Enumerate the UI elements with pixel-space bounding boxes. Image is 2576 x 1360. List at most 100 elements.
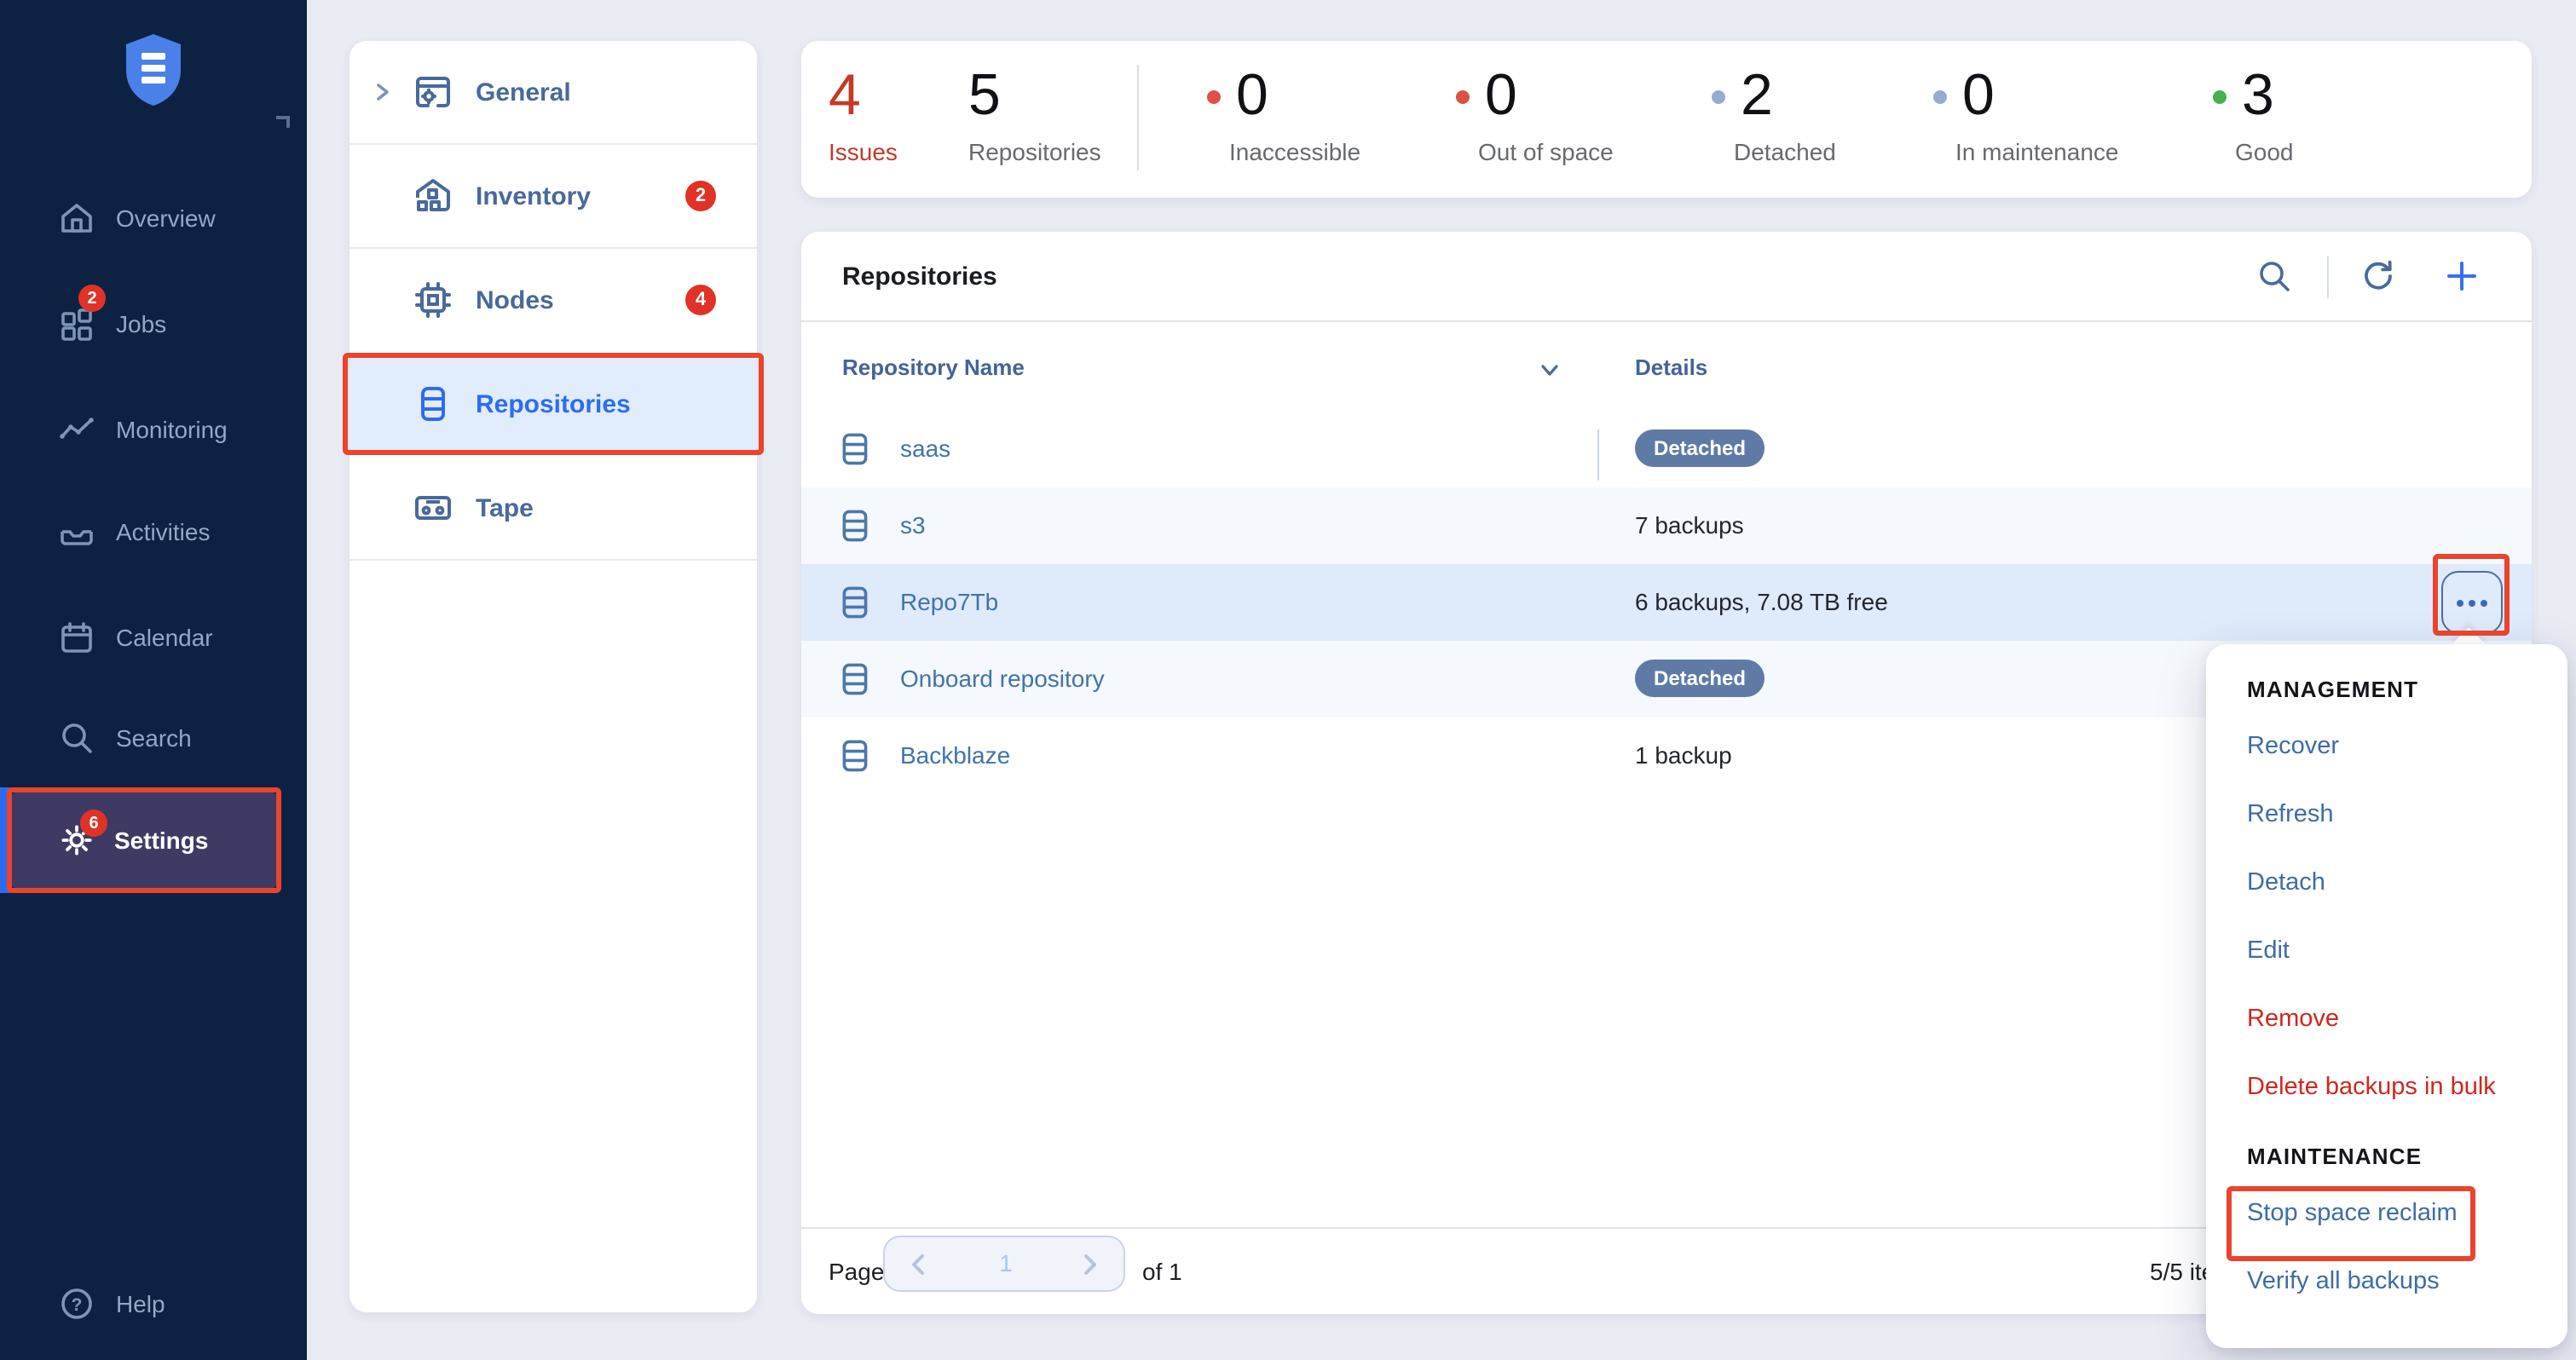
repository-name-link[interactable]: Onboard repository — [900, 665, 1105, 692]
sidebar-item-label: Help — [116, 1290, 165, 1317]
ellipsis-dot — [2457, 599, 2463, 606]
stat-repositories[interactable]: 5 Repositories — [968, 61, 1101, 165]
menu-item-verify-all-backups[interactable]: Verify all backups — [2247, 1248, 2550, 1316]
settings-nav-item-general[interactable]: General — [349, 41, 757, 143]
sidebar-item-monitoring[interactable]: Monitoring — [0, 392, 307, 467]
menu-item-refresh[interactable]: Refresh — [2247, 781, 2550, 849]
search-icon — [58, 719, 95, 757]
sidebar-collapse-icon[interactable] — [276, 116, 290, 128]
repository-name-link[interactable]: Backblaze — [900, 741, 1010, 769]
sidebar-item-search[interactable]: Search — [0, 700, 307, 775]
stat-value: 0 — [1962, 61, 2118, 130]
table-row-selected[interactable]: Repo7Tb 6 backups, 7.08 TB free — [801, 564, 2532, 641]
menu-item-remove[interactable]: Remove — [2247, 985, 2550, 1053]
app-logo-shield-icon — [123, 32, 184, 107]
stat-value: 0 — [1236, 61, 1360, 130]
sidebar-item-help[interactable]: ? Help — [0, 1266, 307, 1341]
repository-name-link[interactable]: s3 — [900, 511, 926, 539]
sidebar-item-jobs[interactable]: Jobs — [0, 286, 307, 361]
stat-issues[interactable]: 4 Issues — [829, 61, 898, 165]
nodes-chip-icon — [413, 279, 453, 320]
settings-nav-item-inventory[interactable]: Inventory 2 — [349, 145, 757, 247]
repository-icon — [842, 740, 868, 772]
menu-item-edit[interactable]: Edit — [2247, 917, 2550, 985]
next-page-icon[interactable] — [1077, 1253, 1101, 1276]
stat-out-of-space[interactable]: 0 Out of space — [1485, 61, 1614, 165]
column-header-details[interactable]: Details — [1635, 354, 1707, 380]
repository-icon — [842, 433, 868, 465]
panel-title: Repositories — [842, 262, 997, 291]
panel-header: Repositories — [801, 232, 2532, 322]
stat-value: 3 — [2242, 61, 2294, 130]
stat-value: 0 — [1485, 61, 1614, 130]
settings-count-badge: 6 — [80, 810, 107, 837]
stat-value: 4 — [829, 61, 898, 130]
refresh-icon[interactable] — [2359, 257, 2397, 295]
stat-in-maintenance[interactable]: 0 In maintenance — [1962, 61, 2118, 165]
repository-details: 7 backups — [1635, 511, 1744, 539]
main-sidebar: Overview Jobs 2 Monitoring — [0, 0, 307, 1360]
menu-item-recover[interactable]: Recover — [2247, 712, 2550, 781]
table-row[interactable]: saas Detached — [801, 411, 2532, 487]
repository-icon — [842, 510, 868, 542]
add-repository-icon[interactable] — [2443, 257, 2481, 295]
repository-name-link[interactable]: Repo7Tb — [900, 588, 998, 615]
menu-item-detach[interactable]: Detach — [2247, 849, 2550, 917]
detached-status-badge: Detached — [1635, 429, 1765, 467]
sidebar-item-label: Calendar — [116, 624, 213, 651]
settings-nav-item-repositories[interactable]: Repositories — [349, 353, 757, 455]
chevron-right-icon[interactable] — [372, 82, 392, 102]
row-actions-ellipsis-button[interactable] — [2441, 571, 2503, 634]
settings-nav-item-tape[interactable]: Tape — [349, 457, 757, 559]
sidebar-item-calendar[interactable]: Calendar — [0, 600, 307, 675]
stat-label: Good — [2235, 138, 2294, 165]
table-row[interactable]: s3 7 backups — [801, 487, 2532, 564]
repository-icon — [842, 586, 868, 619]
sidebar-item-activities[interactable]: Activities — [0, 494, 307, 569]
stat-inaccessible[interactable]: 0 Inaccessible — [1236, 61, 1360, 165]
divider — [1137, 65, 1139, 170]
sidebar-item-settings[interactable]: Settings — [12, 792, 276, 888]
chevron-down-icon[interactable] — [1539, 360, 1560, 380]
search-icon[interactable] — [2255, 257, 2293, 295]
settings-nav-label: Inventory — [476, 182, 591, 210]
inventory-icon — [413, 176, 453, 216]
menu-item-stop-space-reclaim[interactable]: Stop space reclaim — [2247, 1179, 2550, 1248]
sidebar-item-label: Overview — [116, 205, 216, 232]
inbox-icon — [58, 513, 95, 550]
stat-label: In maintenance — [1955, 138, 2118, 165]
repository-icon — [842, 663, 868, 695]
general-window-gear-icon — [413, 72, 453, 112]
page-label: Page — [829, 1258, 884, 1285]
status-dot-red — [1456, 90, 1470, 104]
calendar-icon — [58, 619, 95, 656]
repository-details: 1 backup — [1635, 741, 1732, 769]
stat-detached[interactable]: 2 Detached — [1741, 61, 1836, 165]
detached-status-badge: Detached — [1635, 660, 1765, 697]
settings-nav-label: General — [476, 78, 571, 107]
sidebar-item-label: Jobs — [116, 310, 166, 337]
settings-nav-label: Nodes — [476, 285, 554, 314]
sidebar-item-label: Settings — [114, 827, 208, 854]
menu-section-header: MAINTENANCE — [2247, 1132, 2550, 1179]
help-icon: ? — [58, 1285, 95, 1323]
menu-item-delete-backups-in-bulk[interactable]: Delete backups in bulk — [2247, 1053, 2550, 1121]
repository-stats-bar: 4 Issues 5 Repositories 0 Inaccessible 0… — [801, 41, 2532, 198]
ellipsis-dot — [2469, 599, 2475, 606]
stat-good[interactable]: 3 Good — [2242, 61, 2294, 165]
status-dot-slate — [1712, 90, 1725, 104]
repository-name-link[interactable]: saas — [900, 435, 950, 462]
page-stepper: 1 — [883, 1236, 1125, 1292]
jobs-count-badge: 2 — [78, 285, 106, 312]
sidebar-item-label: Activities — [116, 518, 210, 545]
stat-label: Inaccessible — [1229, 138, 1360, 165]
stat-label: Detached — [1734, 138, 1836, 165]
settings-nav-item-nodes[interactable]: Nodes 4 — [349, 249, 757, 351]
sidebar-item-label: Monitoring — [116, 416, 228, 443]
repository-details: 6 backups, 7.08 TB free — [1635, 588, 1888, 615]
sidebar-item-overview[interactable]: Overview — [0, 181, 307, 256]
svg-text:?: ? — [72, 1295, 83, 1315]
column-header-repository-name[interactable]: Repository Name — [842, 354, 1025, 380]
app-window: Overview Jobs 2 Monitoring — [0, 0, 2576, 1360]
stat-label: Out of space — [1478, 138, 1614, 165]
